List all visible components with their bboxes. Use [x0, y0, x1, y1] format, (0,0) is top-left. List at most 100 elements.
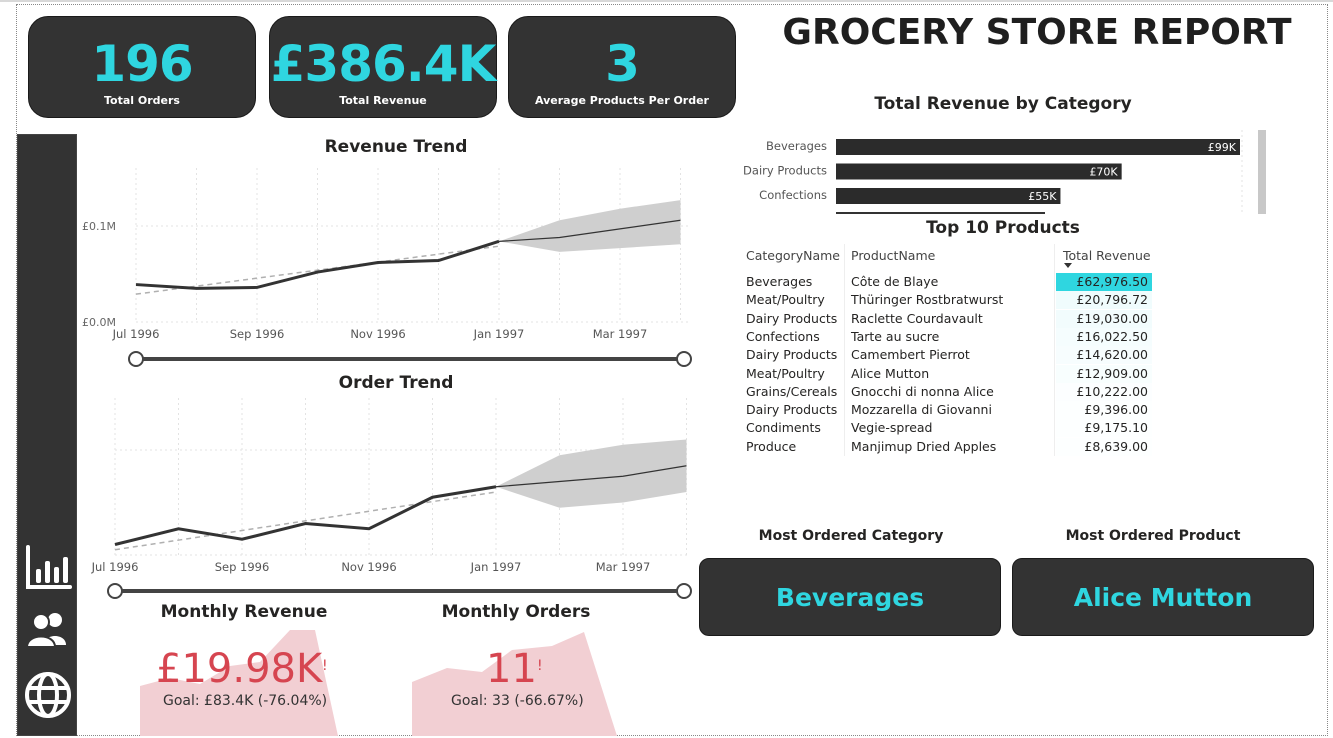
- table-row[interactable]: Produce Manjimup Dried Apples £8,639.00: [744, 438, 1164, 456]
- revenue-cell: £8,639.00: [1084, 438, 1148, 454]
- x-tick-label: Nov 1996: [341, 560, 396, 574]
- bar: [836, 163, 1122, 180]
- data-label: £55K: [1028, 190, 1057, 203]
- column-header-category[interactable]: CategoryName: [746, 248, 840, 263]
- x-tick-label: Jul 1996: [91, 560, 139, 574]
- kpi-label: Total Orders: [104, 94, 180, 107]
- monthly-orders-goal: Goal: 33 (-66.67%): [451, 693, 584, 709]
- top-border: [0, 0, 1333, 2]
- x-tick-label: Mar 1997: [593, 327, 648, 341]
- category-cell: Dairy Products: [746, 402, 838, 418]
- x-tick-label: Sep 1996: [215, 560, 270, 574]
- x-tick-label: Jan 1997: [473, 327, 525, 341]
- table-row[interactable]: Meat/Poultry Alice Mutton £12,909.00: [744, 365, 1164, 383]
- kpi-value: £386.4K: [270, 35, 497, 93]
- category-cell: Meat/Poultry: [746, 292, 825, 308]
- category-label: Confections: [759, 188, 827, 202]
- report-title: GROCERY STORE REPORT: [782, 12, 1292, 53]
- y-tick-label: £0.0M: [82, 316, 116, 329]
- warning-icon: !: [537, 658, 543, 674]
- most-ordered-category-card: Beverages: [699, 558, 1001, 636]
- category-cell: Dairy Products: [746, 310, 838, 326]
- product-cell: Gnocchi di nonna Alice: [851, 383, 994, 399]
- most-ordered-category-value: Beverages: [775, 583, 925, 612]
- range-slider-handle-end[interactable]: [676, 351, 692, 367]
- revenue-cell: £12,909.00: [1076, 365, 1148, 381]
- sort-descending-icon: [1064, 263, 1072, 268]
- table-row[interactable]: Beverages Côte de Blaye £62,976.50: [744, 273, 1164, 291]
- product-cell: Tarte au sucre: [851, 328, 940, 344]
- product-cell: Alice Mutton: [851, 365, 930, 381]
- table-row[interactable]: Dairy Products Raclette Courdavault £19,03…: [744, 309, 1164, 328]
- data-label: £70K: [1089, 166, 1118, 179]
- order-trend-chart: 2040Jul 1996Sep 1996Nov 1996Jan 1997Mar …: [78, 390, 718, 605]
- table-row[interactable]: Confections Tarte au sucre £16,022.50: [744, 327, 1164, 346]
- column-header-product[interactable]: ProductName: [851, 248, 935, 263]
- sidebar-item-charts[interactable]: [24, 543, 72, 591]
- product-cell: Vegie-spread: [851, 420, 933, 436]
- warning-icon: !: [322, 658, 328, 674]
- table-row[interactable]: Grains/Cereals Gnocchi di nonna Alice £10,…: [744, 383, 1164, 401]
- x-tick-label: Mar 1997: [596, 560, 651, 574]
- kpi-label: Total Revenue: [339, 94, 427, 107]
- category-cell: Condiments: [746, 420, 821, 436]
- range-slider-handle-start[interactable]: [107, 583, 123, 599]
- globe-icon: [25, 672, 71, 718]
- most-ordered-product-card: Alice Mutton: [1012, 558, 1314, 636]
- most-ordered-product-label: Most Ordered Product: [1065, 528, 1241, 544]
- monthly-orders-value: 11: [486, 646, 537, 692]
- revenue-cell: £14,620.00: [1076, 347, 1148, 363]
- monthly-revenue-goal: Goal: £83.4K (-76.04%): [163, 693, 328, 709]
- range-slider-handle-end[interactable]: [676, 583, 692, 599]
- kpi-total-orders: 196 Total Orders: [28, 16, 256, 118]
- category-label: Beverages: [766, 139, 827, 153]
- category-cell: Meat/Poultry: [746, 365, 825, 381]
- revenue-cell: £9,175.10: [1084, 420, 1148, 436]
- sidebar-nav: [17, 134, 77, 736]
- revenue-trend-chart: £0.0M £0.1M Jul 1996 Sep 1996 Nov 1996 Jan 19…: [78, 150, 718, 380]
- range-slider-handle-start[interactable]: [128, 351, 144, 367]
- bar-chart-icon: [26, 545, 72, 589]
- x-tick-label: Jul 1996: [112, 327, 160, 341]
- sidebar-item-customers[interactable]: [24, 605, 72, 653]
- most-ordered-category-label: Most Ordered Category: [758, 528, 944, 544]
- y-tick-label: £0.1M: [82, 220, 116, 233]
- top-products-table: CategoryName ProductName Total Revenue B…: [744, 244, 1164, 460]
- bar: [836, 139, 1240, 155]
- category-cell: Confections: [746, 328, 820, 344]
- table-row[interactable]: Condiments Vegie-spread £9,175.10: [744, 419, 1164, 437]
- table-row[interactable]: Meat/Poultry Thüringer Rostbratwurst £20,7…: [744, 291, 1164, 310]
- table-row[interactable]: Dairy Products Camembert Pierrot £14,620.0…: [744, 346, 1164, 365]
- category-cell: Dairy Products: [746, 347, 838, 363]
- users-icon: [25, 613, 66, 648]
- revenue-cell: £19,030.00: [1076, 310, 1148, 326]
- revenue-by-category-chart: Beverages £99K Dairy Products £70K Confectio…: [740, 126, 1280, 218]
- revenue-by-category-title: Total Revenue by Category: [874, 94, 1132, 114]
- column-header-revenue[interactable]: Total Revenue: [1063, 248, 1151, 263]
- top-products-title: Top 10 Products: [926, 218, 1080, 238]
- most-ordered-product-value: Alice Mutton: [1073, 583, 1253, 612]
- product-cell: Côte de Blaye: [851, 274, 939, 289]
- scrollbar[interactable]: [1258, 130, 1266, 214]
- revenue-cell: £9,396.00: [1084, 402, 1148, 418]
- product-cell: Manjimup Dried Apples: [851, 438, 997, 454]
- kpi-average-products: 3 Average Products Per Order: [508, 16, 736, 118]
- product-cell: Camembert Pierrot: [851, 347, 970, 363]
- category-cell: Beverages: [746, 274, 813, 289]
- revenue-cell: £10,222.00: [1076, 383, 1148, 399]
- x-tick-label: Sep 1996: [230, 327, 285, 341]
- table-row[interactable]: Dairy Products Mozzarella di Giovanni £9,3…: [744, 401, 1164, 419]
- sidebar-item-geography[interactable]: [24, 671, 72, 719]
- x-tick-label: Jan 1997: [470, 560, 522, 574]
- category-label: Dairy Products: [743, 164, 827, 178]
- product-cell: Raclette Courdavault: [851, 310, 983, 326]
- revenue-cell: £16,022.50: [1076, 328, 1148, 344]
- kpi-value: 196: [91, 35, 193, 93]
- product-cell: Mozzarella di Giovanni: [851, 402, 992, 418]
- kpi-total-revenue: £386.4K Total Revenue: [269, 16, 497, 118]
- bar: [836, 188, 1061, 204]
- revenue-cell: £20,796.72: [1076, 292, 1148, 308]
- trend-line: [114, 491, 497, 551]
- monthly-revenue-value: £19.98K: [156, 646, 323, 692]
- revenue-cell: £62,976.50: [1076, 274, 1148, 289]
